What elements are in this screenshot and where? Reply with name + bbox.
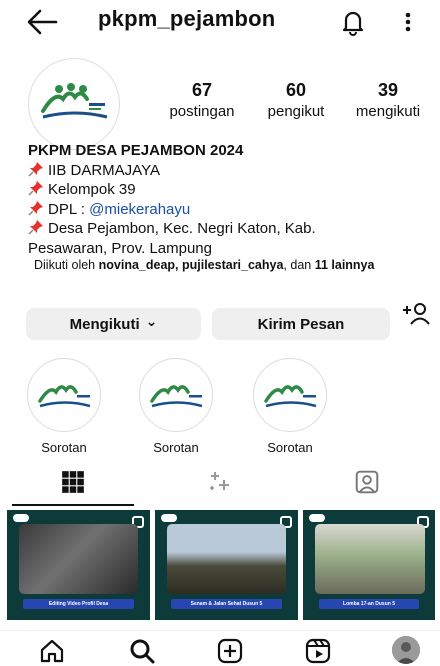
highlight-cover (139, 358, 213, 432)
add-person-button[interactable] (396, 290, 436, 338)
post-caption: Senam & Jalan Sehat Dusun 5 (171, 599, 282, 609)
post-thumbnail[interactable]: Senam & Jalan Sehat Dusun 5 (155, 510, 298, 620)
nav-profile-avatar[interactable] (392, 636, 420, 664)
stat-followers[interactable]: 60 pengikut (254, 80, 338, 120)
back-arrow-icon[interactable] (26, 8, 58, 36)
bio-location: Desa Pejambon, Kec. Negri Katon, Kab. (48, 220, 316, 237)
tab-posts[interactable] (0, 458, 146, 506)
create-icon (217, 638, 243, 664)
tagged-icon (355, 470, 379, 494)
bio-mention-link[interactable]: @miekerahayu (89, 201, 190, 218)
highlight-label: Sorotan (267, 440, 313, 455)
search-icon (130, 639, 155, 664)
more-vertical-icon[interactable] (402, 8, 414, 36)
followed-by[interactable]: Diikuti oleh novina_deap, pujilestari_ca… (34, 258, 374, 272)
stat-following-value: 39 (377, 80, 399, 100)
pushpin-icon (28, 161, 43, 177)
post-caption: Editing Video Profil Desa (23, 599, 134, 609)
bio-school: IIB DARMAJAYA (48, 161, 160, 179)
pushpin-icon (28, 200, 43, 216)
post-badge (161, 514, 177, 522)
pushpin-icon (28, 220, 43, 235)
profile-avatar[interactable] (28, 58, 120, 150)
highlight-cover (253, 358, 327, 432)
pushpin-icon (28, 181, 43, 196)
stat-posts[interactable]: 67 postingan (160, 80, 244, 120)
post-photo (167, 524, 286, 594)
following-button[interactable]: Mengikuti ⌄ (26, 308, 201, 340)
reels-sparkle-icon (210, 472, 229, 490)
bio-line: DPL : @miekerahayu (28, 200, 433, 220)
highlight-cover (27, 358, 101, 432)
stat-posts-value: 67 (191, 80, 213, 100)
post-thumbnail[interactable]: Editing Video Profil Desa (7, 510, 150, 620)
bio-line: Kelompok 39 (28, 180, 433, 200)
post-badge (309, 514, 325, 522)
bio-line: IIB DARMAJAYA (28, 161, 433, 181)
followed-by-middle: , dan (283, 258, 315, 272)
bottom-navigation (0, 630, 440, 666)
stat-posts-label: postingan (169, 103, 235, 120)
bio-dpl-prefix: DPL : (48, 200, 90, 218)
followed-by-count: 11 lainnya (314, 258, 375, 272)
home-icon (40, 639, 64, 663)
profile-avatar-icon (392, 636, 420, 664)
highlight-logo (264, 385, 317, 408)
nav-reels[interactable] (304, 637, 332, 665)
post-badge (13, 514, 29, 522)
stat-followers-label: pengikut (267, 103, 325, 120)
followed-by-users: novina_deap, pujilestari_cahya (98, 258, 284, 272)
stat-followers-value: 60 (285, 80, 307, 100)
post-photo (315, 524, 425, 594)
highlight-logo (38, 385, 91, 408)
profile-tabs (0, 458, 440, 506)
tab-tagged[interactable] (294, 458, 440, 506)
bio-group: Kelompok 39 (48, 181, 136, 198)
nav-create[interactable] (216, 637, 244, 665)
reels-icon (305, 638, 331, 664)
top-bar: pkpm_pejambon (0, 0, 440, 44)
add-person-icon (403, 303, 430, 325)
post-thumbnail[interactable]: Lomba 17-an Dusun 5 (303, 510, 435, 620)
followed-by-prefix: Diikuti oleh (34, 258, 99, 272)
highlight-logo (150, 385, 203, 408)
bio-location-continued: Pesawaran, Prov. Lampung (28, 239, 212, 257)
tab-sparkle[interactable] (146, 458, 292, 506)
bell-icon[interactable] (338, 7, 368, 37)
stat-following-label: mengikuti (355, 103, 421, 120)
profile-logo (41, 83, 108, 119)
highlight-item[interactable]: Sorotan (26, 358, 102, 455)
following-label: Mengikuti (69, 315, 140, 333)
grid-icon (62, 471, 84, 493)
highlight-label: Sorotan (41, 440, 87, 455)
profile-bio: PKPM DESA PEJAMBON 2024 IIB DARMAJAYA Ke… (28, 141, 433, 258)
highlight-item[interactable]: Sorotan (252, 358, 328, 455)
nav-search[interactable] (128, 637, 156, 665)
chevron-down-icon: ⌄ (145, 312, 158, 329)
post-grid: Editing Video Profil Desa Senam & Jalan … (7, 510, 435, 620)
post-caption: Lomba 17-an Dusun 5 (319, 599, 419, 609)
highlight-label: Sorotan (153, 440, 199, 455)
send-message-button[interactable]: Kirim Pesan (212, 308, 390, 340)
profile-display-name: PKPM DESA PEJAMBON 2024 (28, 142, 244, 159)
stat-following[interactable]: 39 mengikuti (346, 80, 430, 120)
highlight-item[interactable]: Sorotan (138, 358, 214, 455)
profile-username: pkpm_pejambon (98, 6, 276, 31)
nav-home[interactable] (38, 637, 66, 665)
send-message-label: Kirim Pesan (257, 315, 345, 333)
bio-line: Desa Pejambon, Kec. Negri Katon, Kab. (28, 219, 433, 239)
post-photo (19, 524, 138, 594)
